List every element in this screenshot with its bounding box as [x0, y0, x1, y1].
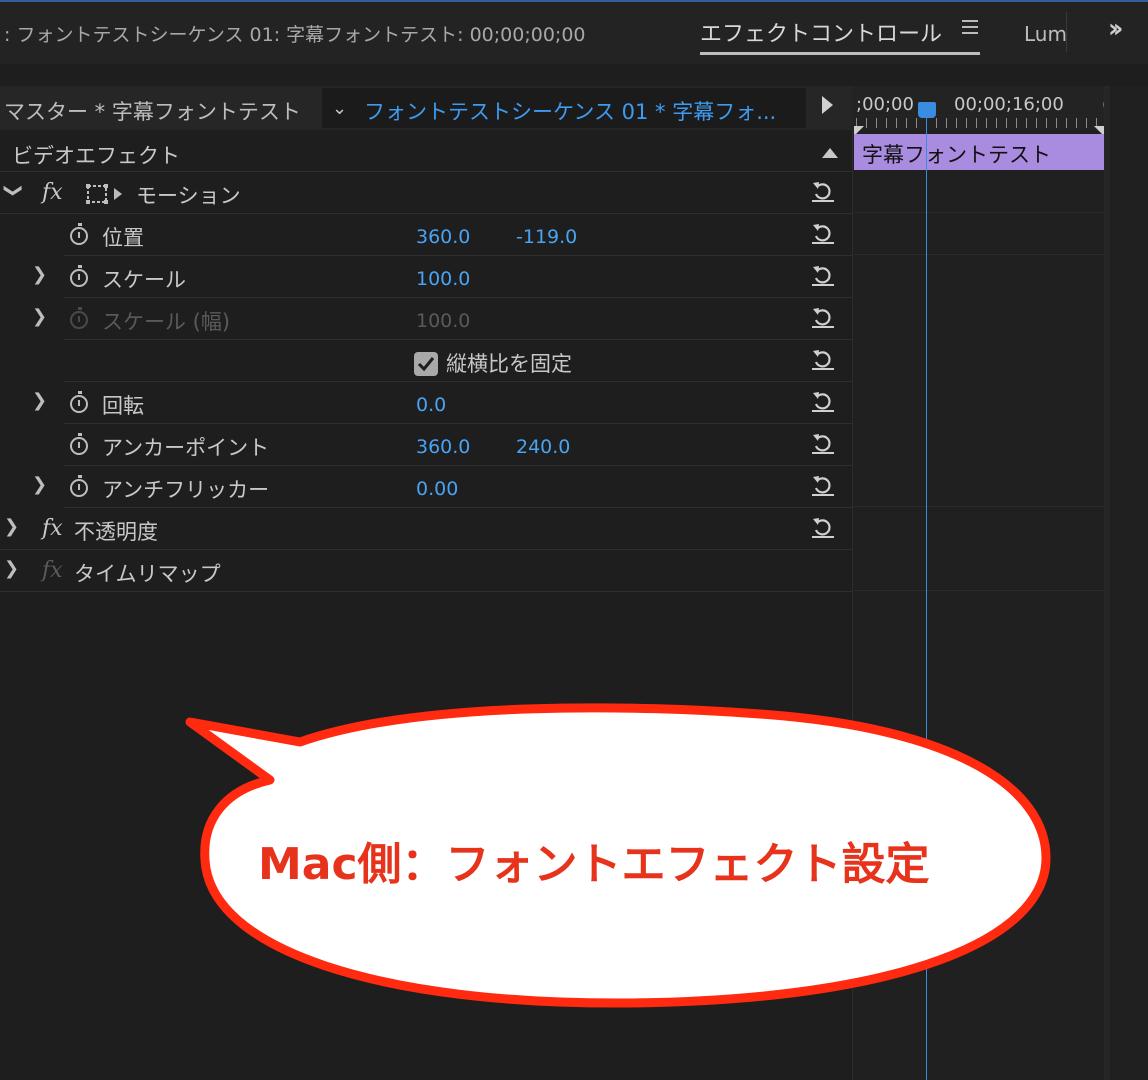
speech-bubble-callout — [185, 703, 1051, 1008]
callout-text: Mac側：フォントエフェクト設定 — [258, 839, 930, 890]
